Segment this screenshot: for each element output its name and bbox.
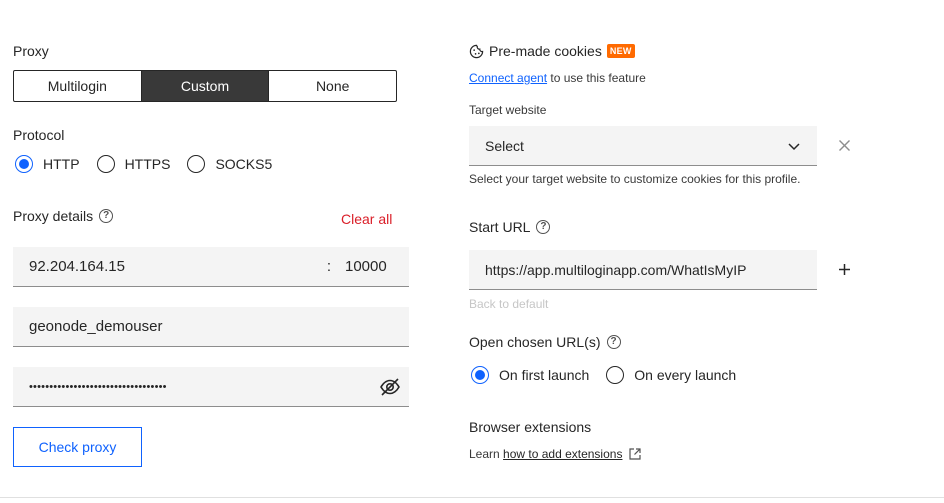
protocol-radio-https[interactable] — [96, 155, 115, 173]
open-urls-radio-group: On first launch On every launch — [471, 366, 753, 384]
proxy-label: Proxy — [13, 43, 49, 59]
connect-agent-line: Connect agent to use this feature — [469, 71, 646, 85]
protocol-label-socks5: SOCKS5 — [215, 156, 273, 172]
extensions-learn-prefix: Learn — [469, 447, 504, 461]
chevron-down-icon — [787, 139, 801, 153]
open-label-first-launch: On first launch — [499, 367, 590, 383]
target-website-label: Target website — [469, 103, 547, 117]
proxy-option-multilogin[interactable]: Multilogin — [14, 71, 142, 101]
protocol-label: Protocol — [13, 127, 65, 143]
open-label-every-launch: On every launch — [634, 367, 737, 383]
add-extensions-link[interactable]: how to add extensions — [503, 447, 622, 461]
cookie-icon — [469, 44, 484, 59]
start-url-header: Start URL ? — [469, 219, 551, 235]
open-urls-label: Open chosen URL(s) — [469, 334, 601, 350]
help-icon[interactable]: ? — [536, 220, 551, 234]
browser-extensions-title: Browser extensions — [469, 419, 592, 435]
open-radio-every-launch[interactable] — [606, 366, 625, 384]
connect-agent-link[interactable]: Connect agent — [469, 71, 547, 85]
proxy-password-field: •••••••••••••••••••••••••••••••••• — [13, 367, 409, 407]
target-website-select[interactable]: Select — [469, 126, 817, 166]
target-website-value: Select — [485, 137, 524, 154]
protocol-label-https: HTTPS — [124, 156, 171, 172]
proxy-password-input[interactable]: •••••••••••••••••••••••••••••••••• — [29, 381, 167, 393]
bottom-divider — [0, 497, 944, 498]
open-radio-first-launch[interactable] — [471, 366, 489, 384]
back-to-default-link[interactable]: Back to default — [469, 297, 548, 311]
protocol-radio-http[interactable] — [15, 155, 33, 173]
protocol-radio-socks5[interactable] — [187, 155, 206, 173]
target-website-helper: Select your target website to customize … — [469, 172, 801, 186]
clear-all-button[interactable]: Clear all — [341, 211, 392, 227]
proxy-username-input[interactable]: geonode_demouser — [13, 307, 409, 347]
proxy-option-custom[interactable]: Custom — [141, 71, 270, 101]
check-proxy-button[interactable]: Check proxy — [13, 427, 142, 467]
eye-slash-icon[interactable] — [379, 377, 401, 397]
host-port-separator: : — [326, 258, 332, 275]
proxy-type-segmented: Multilogin Custom None — [13, 70, 397, 102]
proxy-details-label: Proxy details — [13, 208, 94, 224]
help-icon[interactable]: ? — [606, 335, 621, 349]
protocol-label-http: HTTP — [43, 156, 80, 172]
open-urls-header: Open chosen URL(s) ? — [469, 334, 621, 350]
start-url-label: Start URL — [469, 219, 531, 235]
proxy-option-none[interactable]: None — [269, 71, 396, 101]
connect-agent-suffix: to use this feature — [547, 71, 646, 85]
help-icon[interactable]: ? — [99, 209, 114, 223]
external-link-icon[interactable] — [628, 447, 642, 461]
proxy-details-header: Proxy details ? — [13, 208, 114, 224]
close-icon[interactable] — [838, 139, 851, 152]
protocol-radio-group: HTTP HTTPS SOCKS5 — [15, 155, 289, 173]
plus-icon[interactable] — [838, 263, 851, 276]
proxy-host-port-field: 92.204.164.15 : 10000 — [13, 247, 409, 287]
start-url-input[interactable]: https://app.multiloginapp.com/WhatIsMyIP — [469, 250, 817, 290]
proxy-port-input[interactable]: 10000 — [339, 258, 409, 275]
new-badge: NEW — [606, 44, 635, 58]
proxy-host-input[interactable]: 92.204.164.15 — [29, 258, 319, 275]
extensions-learn-line: Learn how to add extensions — [469, 447, 642, 461]
premade-cookies-title: Pre-made cookies — [489, 43, 602, 59]
premade-cookies-header: Pre-made cookies NEW — [469, 43, 635, 59]
